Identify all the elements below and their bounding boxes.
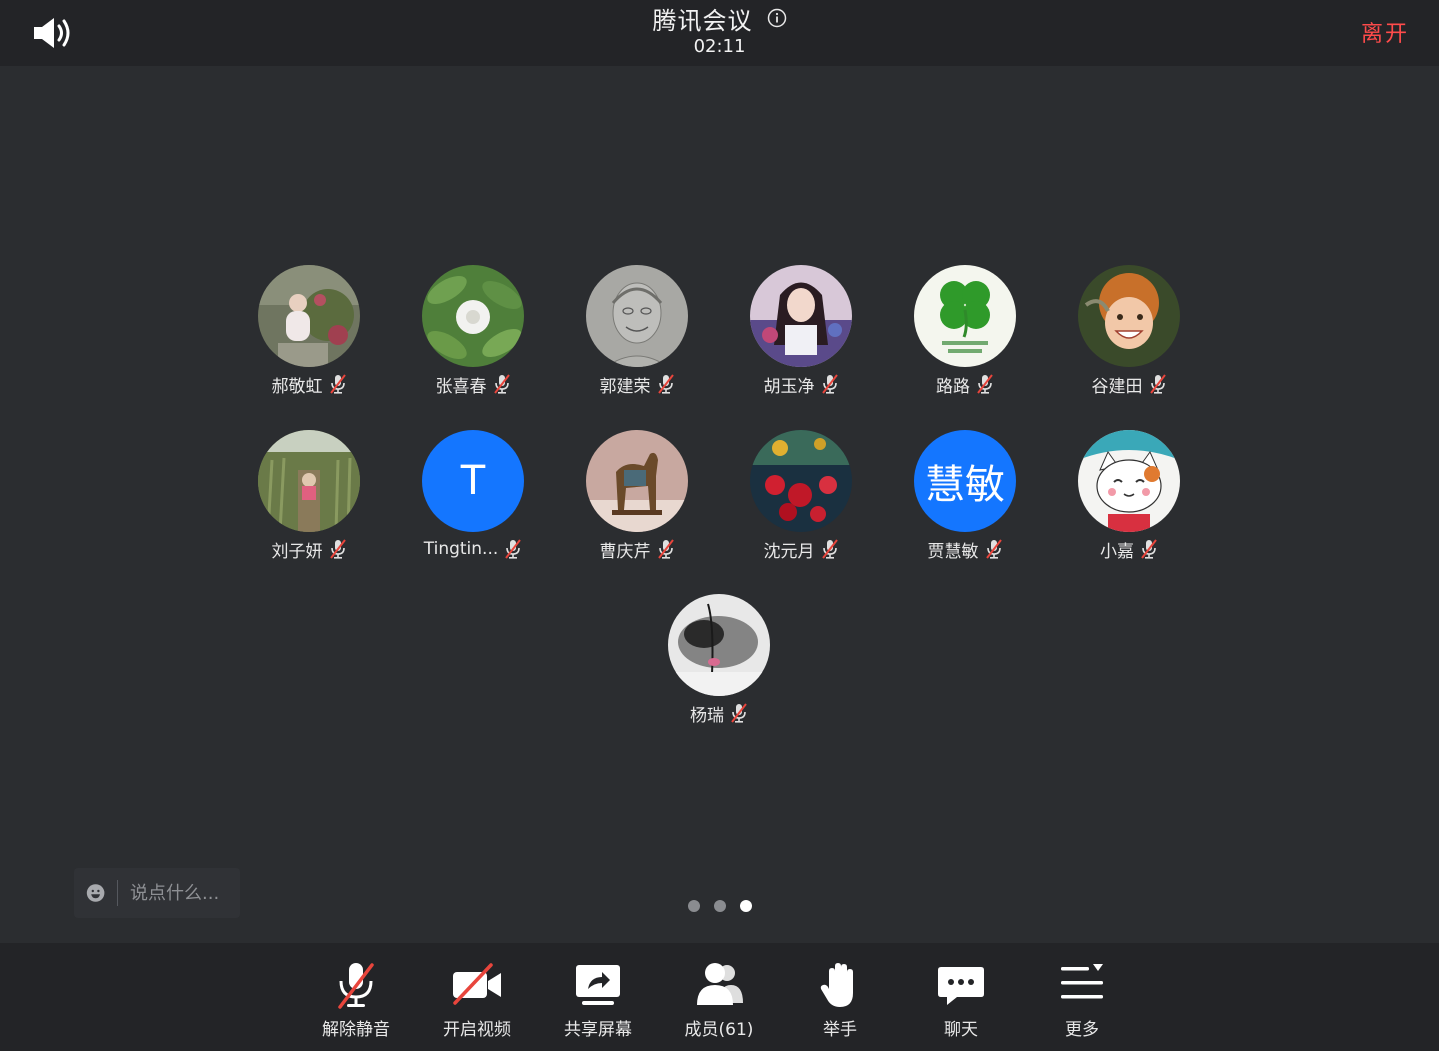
- participant-tile[interactable]: T Tingtin...: [393, 430, 553, 560]
- participant-tile[interactable]: 张喜春: [393, 265, 553, 397]
- unmute-button[interactable]: 解除静音: [306, 959, 406, 1040]
- meeting-title-area: 腾讯会议 02:11: [0, 0, 1439, 57]
- mic-muted-icon: [657, 539, 674, 559]
- share-screen-icon: [576, 965, 620, 1005]
- more-label: 更多: [1065, 1020, 1099, 1040]
- mic-muted-icon: [493, 374, 510, 394]
- participant-name: 贾慧敏: [927, 541, 979, 562]
- raise-hand-label: 举手: [823, 1020, 857, 1040]
- mic-muted-icon: [977, 374, 993, 394]
- members-icon: [697, 963, 743, 1005]
- photo-sketch-portrait-icon: [586, 265, 688, 367]
- members-button[interactable]: 成员(61): [669, 959, 769, 1040]
- leave-button[interactable]: 离开: [1361, 16, 1409, 48]
- avatar: [586, 265, 688, 367]
- avatar-letter: T: [422, 430, 524, 532]
- avatar: [750, 265, 852, 367]
- more-menu-icon: [1061, 964, 1103, 999]
- mic-muted-icon: [985, 539, 1002, 559]
- start-video-label: 开启视频: [443, 1020, 511, 1040]
- share-screen-label: 共享屏幕: [564, 1020, 632, 1040]
- participant-tile[interactable]: 路路: [885, 265, 1045, 397]
- participant-name: 曹庆芹: [599, 541, 651, 562]
- video-off-icon: [453, 963, 501, 1005]
- participant-name: 杨瑞: [690, 705, 724, 726]
- members-label: 成员(61): [684, 1020, 754, 1040]
- avatar: [668, 594, 770, 696]
- top-bar: 腾讯会议 02:11 离开: [0, 0, 1439, 66]
- page-dot-active[interactable]: [739, 900, 752, 912]
- photo-clover-icon: [914, 265, 1016, 367]
- page-dot[interactable]: [687, 900, 700, 912]
- chat-label: 聊天: [944, 1020, 978, 1040]
- participant-tile[interactable]: 郝敬虹: [229, 265, 389, 397]
- page-dot[interactable]: [713, 900, 726, 912]
- mic-muted-icon: [731, 703, 747, 723]
- avatar: [914, 265, 1016, 367]
- chat-bubble-icon: [938, 967, 984, 1005]
- participant-name: 胡玉净: [763, 376, 815, 397]
- mic-muted-icon: [1149, 374, 1166, 394]
- participant-name: Tingtin...: [423, 539, 499, 559]
- mic-muted-icon: [329, 539, 346, 559]
- photo-child-flowers-icon: [258, 265, 360, 367]
- start-video-button[interactable]: 开启视频: [427, 959, 527, 1040]
- bottom-toolbar: 解除静音 开启视频 共享屏幕 成员(61) 举手 聊天 更多: [0, 943, 1439, 1051]
- page-indicator: [0, 900, 1439, 912]
- photo-dandelion-icon: [422, 265, 524, 367]
- photo-horse-statue-icon: [586, 430, 688, 532]
- participant-tile[interactable]: 谷建田: [1049, 265, 1209, 397]
- participant-tile[interactable]: 小嘉: [1049, 430, 1209, 562]
- participant-tile[interactable]: 郭建荣: [557, 265, 717, 397]
- participant-name: 路路: [936, 376, 970, 397]
- avatar: [586, 430, 688, 532]
- photo-grass-field-icon: [258, 430, 360, 532]
- photo-ink-painting-icon: [668, 594, 770, 696]
- mic-muted-icon: [329, 374, 346, 394]
- photo-lucky-cat-icon: [1078, 430, 1180, 532]
- participant-tile[interactable]: 杨瑞: [639, 594, 799, 726]
- mic-muted-icon: [821, 539, 838, 559]
- photo-red-flowers-icon: [750, 430, 852, 532]
- mic-muted-icon: [1141, 539, 1157, 559]
- avatar-letter: 慧敏: [914, 430, 1016, 532]
- meeting-title: 腾讯会议: [652, 6, 753, 35]
- unmute-label: 解除静音: [322, 1020, 390, 1040]
- participant-tile[interactable]: 刘子妍: [229, 430, 389, 562]
- participant-tile[interactable]: 胡玉净: [721, 265, 881, 397]
- meeting-timer: 02:11: [693, 36, 746, 57]
- avatar: [1078, 265, 1180, 367]
- mic-muted-icon: [505, 539, 522, 559]
- hand-icon: [820, 963, 853, 1007]
- avatar: [258, 265, 360, 367]
- participant-name: 张喜春: [435, 376, 487, 397]
- mic-muted-icon: [338, 963, 374, 1009]
- share-screen-button[interactable]: 共享屏幕: [548, 959, 648, 1040]
- participant-name: 谷建田: [1091, 376, 1143, 397]
- chat-button[interactable]: 聊天: [911, 959, 1011, 1040]
- participant-name: 刘子妍: [271, 541, 323, 562]
- photo-boy-smiling-icon: [1078, 265, 1180, 367]
- participant-name: 郝敬虹: [271, 376, 323, 397]
- participant-name: 郭建荣: [599, 376, 651, 397]
- info-icon[interactable]: [767, 8, 787, 28]
- mic-muted-icon: [821, 374, 838, 394]
- more-button[interactable]: 更多: [1032, 959, 1132, 1040]
- avatar: [1078, 430, 1180, 532]
- participant-tile[interactable]: 曹庆芹: [557, 430, 717, 562]
- participant-name: 小嘉: [1100, 541, 1134, 562]
- participant-tile[interactable]: 沈元月: [721, 430, 881, 562]
- avatar: [422, 265, 524, 367]
- raise-hand-button[interactable]: 举手: [790, 959, 890, 1040]
- avatar: [258, 430, 360, 532]
- participant-tile[interactable]: 慧敏 贾慧敏: [885, 430, 1045, 562]
- avatar: [750, 430, 852, 532]
- participant-name: 沈元月: [763, 541, 815, 562]
- photo-woman-icon: [750, 265, 852, 367]
- mic-muted-icon: [657, 374, 674, 394]
